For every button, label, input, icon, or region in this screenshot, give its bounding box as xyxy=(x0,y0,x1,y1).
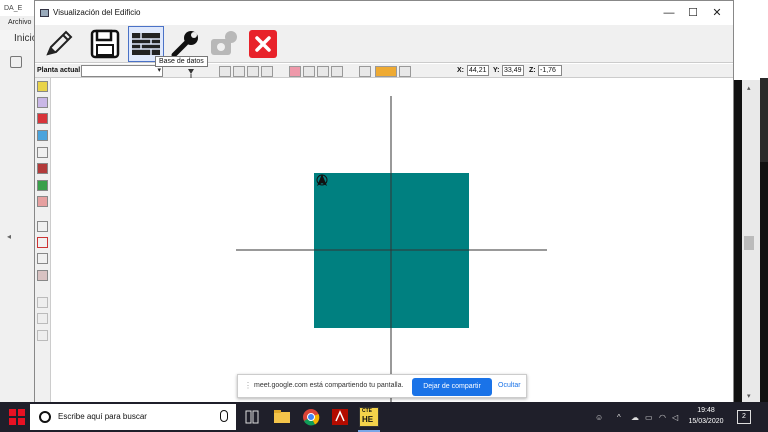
hide-banner-link[interactable]: Ocultar xyxy=(498,382,521,389)
pin-icon[interactable] xyxy=(185,66,197,79)
magic-icon[interactable] xyxy=(37,147,48,158)
person-icon-disabled[interactable] xyxy=(37,297,48,308)
file-explorer-icon[interactable] xyxy=(271,406,293,428)
pencil-icon xyxy=(46,30,73,56)
secondary-toolbar: Planta actual ▾ X: 44,21 Y: 33,49 Z: -1,… xyxy=(35,64,733,79)
close-button[interactable]: ✕ xyxy=(705,5,729,21)
drag-handle-icon[interactable]: ⋮ xyxy=(244,381,252,390)
z-coord-field[interactable]: -1,76 xyxy=(538,65,562,76)
search-placeholder: Escribe aquí para buscar xyxy=(58,412,147,421)
save-button[interactable] xyxy=(87,26,123,62)
planta-actual-label: Planta actual xyxy=(37,67,81,74)
toolbar-tooltip: Base de datos xyxy=(155,56,208,67)
palette-icon[interactable] xyxy=(289,66,301,77)
export-icon-disabled[interactable] xyxy=(37,330,48,341)
tools-disabled-icon xyxy=(211,31,237,55)
polyline-icon[interactable] xyxy=(37,253,48,264)
ruler-icon[interactable] xyxy=(375,66,397,77)
planta-actual-select[interactable]: ▾ xyxy=(81,65,163,77)
scroll-down-icon[interactable]: ▾ xyxy=(747,392,751,400)
background-scrollbar-thumb[interactable] xyxy=(744,236,754,250)
tray-chevron-up-icon[interactable]: ^ xyxy=(617,413,621,422)
zoom-in-icon[interactable] xyxy=(233,66,245,77)
notification-count: 2 xyxy=(742,413,746,420)
background-app-right-top xyxy=(734,0,768,80)
building-icon[interactable] xyxy=(37,196,48,207)
line-tool-icon[interactable] xyxy=(37,221,48,232)
acrobat-icon[interactable] xyxy=(329,406,351,428)
background-app-tab[interactable]: Inicio xyxy=(0,30,37,50)
zoom-extents-icon[interactable] xyxy=(261,66,273,77)
rotate-icon-disabled[interactable] xyxy=(37,313,48,324)
screen: DA_E Archivo Inicio ◂ ▴ ▾ Visualización … xyxy=(0,0,768,432)
drawing-canvas[interactable] xyxy=(51,78,733,402)
window-icon[interactable] xyxy=(37,97,48,108)
window-titlebar[interactable]: Visualización del Edificio — ☐ ✕ xyxy=(35,1,733,25)
background-app-menu[interactable]: Archivo xyxy=(0,16,34,30)
frame-icon[interactable] xyxy=(37,163,48,174)
maximize-button[interactable]: ☐ xyxy=(681,5,705,21)
zoom-window-icon[interactable] xyxy=(247,66,259,77)
scroll-up-icon[interactable]: ▴ xyxy=(747,84,751,92)
cortana-icon xyxy=(39,411,51,423)
chevron-down-icon: ▾ xyxy=(157,67,161,74)
share-message: meet.google.com está compartiendo tu pan… xyxy=(254,382,404,389)
layers-icon[interactable] xyxy=(303,66,315,77)
tree-icon[interactable] xyxy=(37,180,48,191)
wall-icon[interactable] xyxy=(37,113,48,124)
clock-date[interactable]: 15/03/2020 xyxy=(684,418,728,425)
cte-label: CTE xyxy=(362,408,372,414)
visualizacion-window: Visualización del Edificio — ☐ ✕ Base de… xyxy=(34,0,734,402)
background-app-title: DA_E xyxy=(0,0,34,16)
y-coord-field[interactable]: 33,49 xyxy=(502,65,524,76)
battery-icon[interactable]: ▭ xyxy=(645,413,653,422)
save-icon xyxy=(90,29,120,59)
grid-window-icon[interactable] xyxy=(37,130,48,141)
window-title: Visualización del Edificio xyxy=(53,8,141,17)
cut-icon[interactable] xyxy=(37,270,48,281)
save-icon[interactable] xyxy=(10,56,22,68)
x-coord-label: X: xyxy=(457,67,464,74)
windows-start-icon[interactable] xyxy=(8,408,26,426)
scroll-left-icon[interactable]: ◂ xyxy=(7,232,11,241)
camera-icon[interactable] xyxy=(331,66,343,77)
onedrive-icon[interactable]: ☁ xyxy=(631,413,639,422)
notification-center-icon[interactable]: 2 xyxy=(737,410,751,424)
people-icon[interactable]: ☺ xyxy=(595,413,603,422)
screen-share-banner: ⋮ meet.google.com está compartiendo tu p… xyxy=(237,374,527,398)
close-red-icon xyxy=(249,30,277,58)
crosshair-icon[interactable] xyxy=(399,66,411,77)
microphone-icon[interactable] xyxy=(220,410,228,422)
x-coord-field[interactable]: 44,21 xyxy=(467,65,489,76)
copy-icon[interactable] xyxy=(317,66,329,77)
left-toolbar xyxy=(35,78,51,402)
stop-sharing-button[interactable]: Dejar de compartir xyxy=(412,378,492,396)
exit-button[interactable] xyxy=(245,26,281,62)
cte-he-app-icon[interactable]: CTE HE xyxy=(358,406,380,432)
windows-taskbar: Escribe aquí para buscar CTE HE ☺ ^ ☁ ▭ … xyxy=(0,402,768,432)
grid-icon[interactable] xyxy=(359,66,371,77)
edit-button[interactable] xyxy=(41,26,77,62)
y-coord-label: Y: xyxy=(493,67,500,74)
background-app-left: DA_E Archivo Inicio ◂ xyxy=(0,0,37,402)
minimize-button[interactable]: — xyxy=(657,5,681,21)
new-zone-icon[interactable] xyxy=(37,81,48,92)
main-toolbar xyxy=(35,25,733,63)
pan-hand-icon[interactable] xyxy=(219,66,231,77)
taskbar-search[interactable]: Escribe aquí para buscar xyxy=(30,404,236,430)
z-coord-label: Z: xyxy=(529,67,536,74)
plan-drawing xyxy=(236,96,547,402)
task-view-icon[interactable] xyxy=(241,406,263,428)
volume-icon[interactable]: ◁ xyxy=(672,413,678,422)
clock-time[interactable]: 19:48 xyxy=(690,407,722,414)
background-panel xyxy=(760,78,768,162)
tools-button-disabled[interactable] xyxy=(205,26,241,62)
red-line-icon[interactable] xyxy=(37,237,48,248)
he-label: HE xyxy=(362,415,374,424)
wifi-icon[interactable]: ◠ xyxy=(659,413,666,422)
chrome-icon[interactable] xyxy=(300,406,322,428)
app-icon xyxy=(40,9,49,17)
